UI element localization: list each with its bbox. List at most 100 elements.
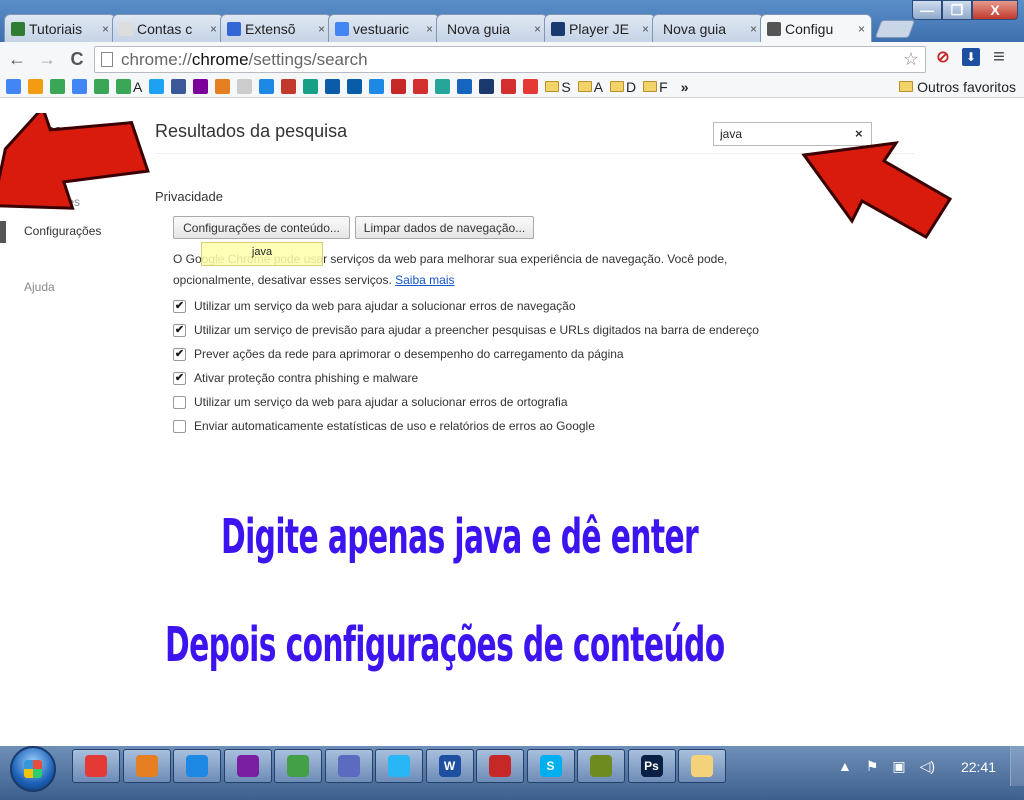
bookmark-item[interactable] [391, 79, 407, 94]
checkbox-checked[interactable]: ✔ [173, 323, 186, 337]
address-bar[interactable]: chrome://chrome/settings/search ☆ [94, 46, 926, 73]
bookmark-item[interactable] [215, 79, 231, 94]
bookmark-item[interactable] [72, 79, 87, 94]
browser-tab[interactable]: vestuaric × [328, 14, 440, 42]
tab-close-icon[interactable]: × [318, 22, 325, 36]
content-settings-button[interactable]: Configurações de conteúdo... [173, 216, 350, 239]
bookmark-item[interactable] [50, 79, 65, 94]
checkbox-unchecked[interactable] [173, 419, 186, 433]
browser-tab[interactable]: Player JE × [544, 14, 656, 42]
browser-tab[interactable]: Tutoriais × [4, 14, 116, 42]
learn-more-link[interactable]: Saiba mais [395, 273, 454, 287]
bookmark-item[interactable] [347, 79, 363, 94]
bookmark-item[interactable] [501, 79, 517, 94]
tab-close-icon[interactable]: × [750, 22, 757, 36]
tab-close-icon[interactable]: × [102, 22, 109, 36]
tab-close-icon[interactable]: × [642, 22, 649, 36]
action-center-icon[interactable]: ⚑ [866, 758, 879, 775]
tab-close-icon[interactable]: × [534, 22, 541, 36]
bookmark-item[interactable] [303, 79, 319, 94]
bookmark-item[interactable] [413, 79, 429, 94]
browser-tab[interactable]: Contas c × [112, 14, 224, 42]
bookmark-item[interactable] [193, 79, 209, 94]
taskbar-app-chrome[interactable] [72, 749, 120, 783]
block-icon[interactable]: ⊘ [932, 46, 954, 68]
checkbox-checked[interactable]: ✔ [173, 371, 186, 385]
forward-button[interactable]: → [34, 46, 60, 72]
bookmark-item[interactable] [259, 79, 275, 94]
bookmark-folder[interactable]: S [545, 79, 571, 95]
bookmark-item[interactable] [171, 79, 187, 94]
tab-close-icon[interactable]: × [858, 22, 865, 36]
taskbar-app-tor[interactable] [223, 749, 272, 783]
taskbar-app-media[interactable] [577, 749, 625, 783]
folder-icon [545, 81, 560, 92]
taskbar-app-skype[interactable]: S [526, 749, 575, 783]
taskbar-app-tool[interactable] [476, 749, 524, 783]
network-icon[interactable]: ▣ [892, 758, 905, 775]
privacy-checkbox-row[interactable]: ✔ Prever ações da rede para aprimorar o d… [173, 347, 624, 361]
reload-button[interactable]: C [64, 46, 90, 72]
bookmark-favicon-icon [369, 79, 385, 94]
browser-tab[interactable]: Nova guia × [652, 14, 764, 42]
other-bookmarks[interactable]: Outros favoritos [899, 79, 1016, 95]
privacy-checkbox-row[interactable]: ✔ Ativar proteção contra phishing e malwa… [173, 371, 418, 385]
browser-tab[interactable]: Extensõ × [220, 14, 332, 42]
back-button[interactable]: ← [4, 46, 30, 72]
taskbar-app-office[interactable] [324, 749, 373, 783]
bookmark-folder-label: A [593, 78, 604, 95]
tray-expand-icon[interactable]: ▲ [838, 758, 852, 774]
privacy-checkbox-row[interactable]: ✔ Utilizar um serviço de previsão para aj… [173, 323, 759, 337]
bookmark-folder[interactable]: D [610, 79, 636, 95]
taskbar-app-photoshop[interactable]: Ps [627, 749, 676, 783]
bookmark-item[interactable] [281, 79, 297, 94]
minimize-button[interactable]: — [912, 0, 942, 20]
taskbar-app-explorer[interactable] [678, 749, 726, 783]
taskbar-app-firefox[interactable] [122, 749, 171, 783]
bookmark-item[interactable] [94, 79, 109, 94]
privacy-checkbox-row[interactable]: ✔ Utilizar um serviço da web para ajudar … [173, 299, 576, 313]
tab-close-icon[interactable]: × [210, 22, 217, 36]
taskbar-app-ie[interactable] [173, 749, 221, 783]
start-button[interactable] [10, 746, 56, 792]
new-tab-button[interactable] [874, 20, 916, 38]
bookmark-folder[interactable]: F [643, 79, 668, 95]
maximize-button[interactable]: ❐ [942, 0, 972, 20]
taskbar-app-word[interactable]: W [425, 749, 474, 783]
bookmarks-overflow-chevron-icon[interactable]: » [681, 79, 689, 95]
tab-close-icon[interactable]: × [426, 22, 433, 36]
bookmark-favicon-icon [193, 79, 209, 94]
volume-icon[interactable]: ◁) [920, 758, 935, 775]
browser-tab[interactable]: Configu × [760, 14, 872, 42]
checkbox-unchecked[interactable] [173, 395, 186, 409]
taskbar-app-paint[interactable] [375, 749, 423, 783]
clear-browsing-data-button[interactable]: Limpar dados de navegação... [355, 216, 534, 239]
download-icon[interactable]: ⬇ [960, 46, 982, 68]
bookmark-item[interactable] [325, 79, 341, 94]
bookmark-item[interactable] [28, 79, 43, 94]
bookmark-item[interactable] [523, 79, 539, 94]
bookmark-item[interactable] [237, 79, 253, 94]
bookmark-item[interactable]: A [116, 79, 142, 95]
tab-favicon-icon [119, 21, 133, 36]
taskbar-clock[interactable]: 22:41 [961, 759, 996, 775]
privacy-checkbox-row[interactable]: Utilizar um serviço da web para ajudar a… [173, 395, 568, 409]
menu-icon[interactable]: ≡ [988, 46, 1010, 68]
bookmark-folder[interactable]: A [577, 78, 604, 95]
taskbar-app-network[interactable] [274, 749, 322, 783]
checkbox-checked[interactable]: ✔ [173, 299, 186, 313]
checkbox-checked[interactable]: ✔ [173, 347, 186, 361]
bookmark-item[interactable] [479, 79, 495, 94]
bookmark-item[interactable] [457, 79, 473, 94]
close-window-button[interactable]: X [972, 0, 1018, 20]
sidebar-item-help[interactable]: Ajuda [24, 280, 55, 294]
privacy-checkbox-row[interactable]: Enviar automaticamente estatísticas de u… [173, 419, 595, 433]
bookmark-item[interactable] [6, 79, 21, 94]
bookmark-item[interactable] [435, 79, 451, 94]
skype-icon: S [539, 755, 562, 777]
bookmark-item[interactable] [369, 79, 385, 94]
bookmark-star-icon[interactable]: ☆ [903, 49, 919, 70]
bookmark-item[interactable] [149, 79, 165, 94]
show-desktop-button[interactable] [1010, 746, 1024, 786]
browser-tab[interactable]: Nova guia × [436, 14, 548, 42]
